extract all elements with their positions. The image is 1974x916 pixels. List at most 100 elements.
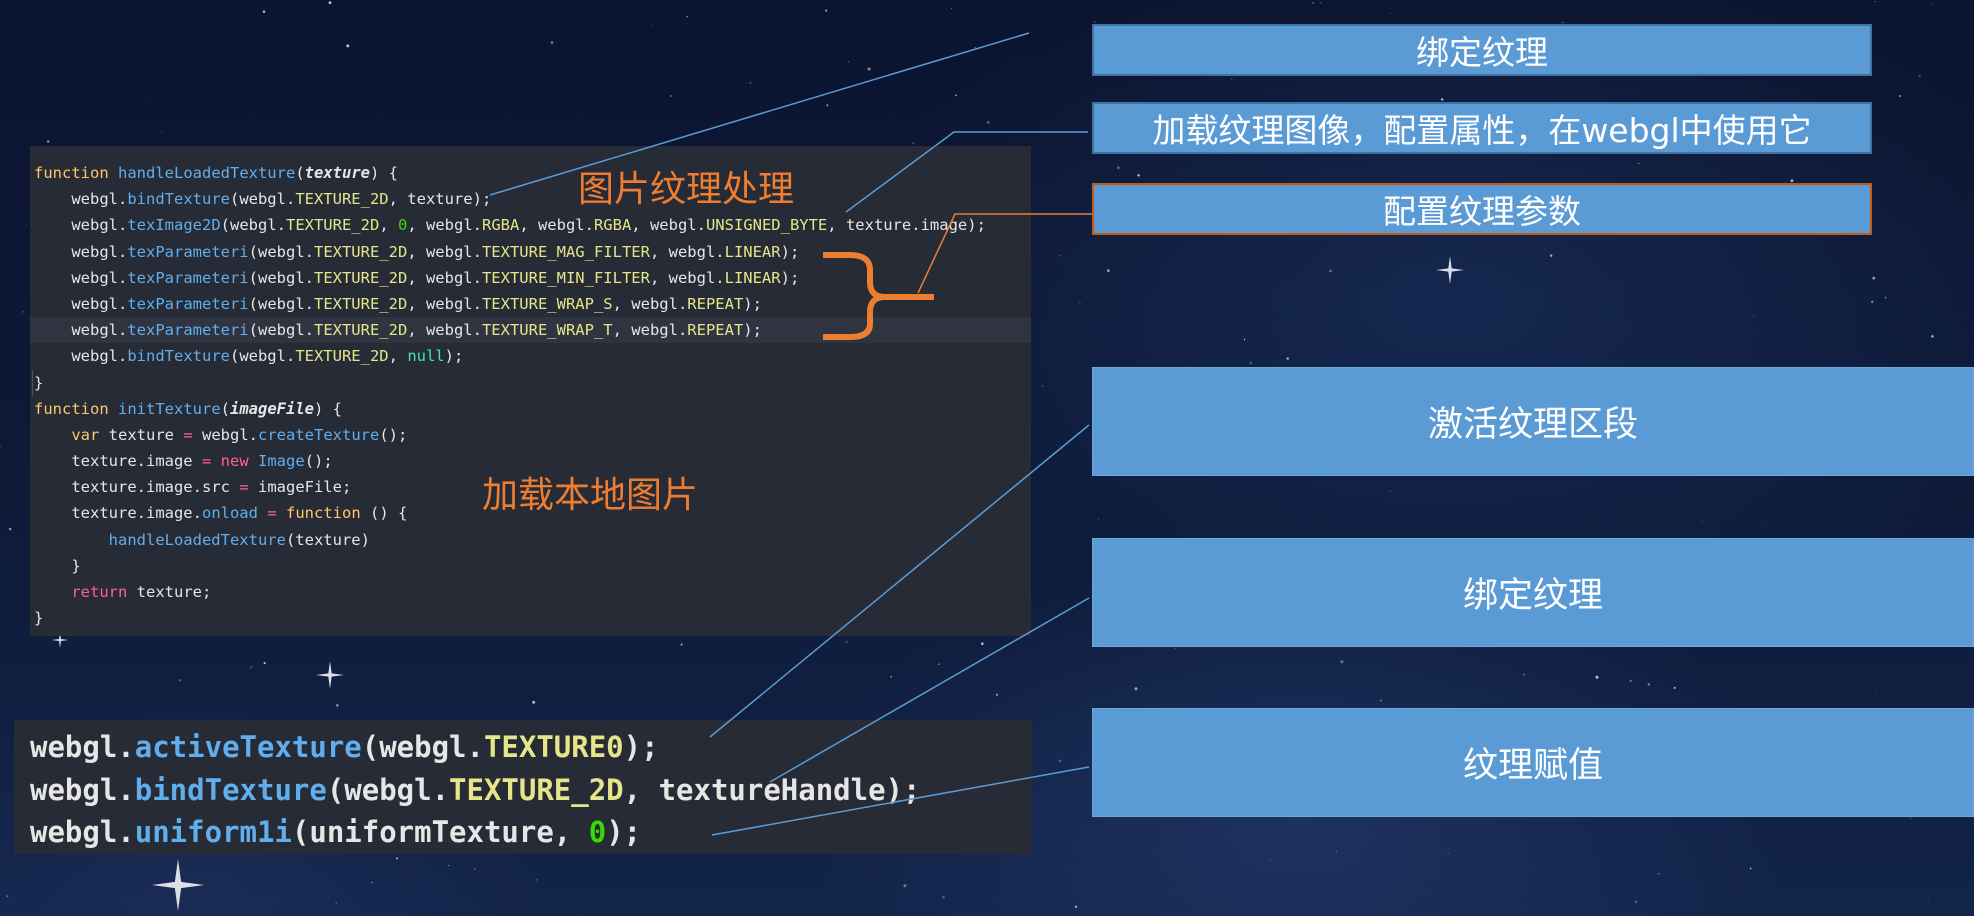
code-token: bindTexture <box>134 772 327 807</box>
code-line: } <box>30 369 1031 396</box>
star-dot <box>1918 74 1921 78</box>
code-token: (webgl. <box>220 216 286 235</box>
code-token: texture.image. <box>34 504 202 523</box>
code-line: return texture; <box>30 579 1031 605</box>
code-token: function <box>34 164 109 182</box>
star-dot <box>1390 12 1392 14</box>
code-line: function handleLoadedTexture(texture) { <box>30 160 1031 186</box>
star-dot <box>1595 675 1599 679</box>
star-dot <box>848 61 850 62</box>
star-dot <box>1764 520 1766 522</box>
code-token: onload <box>201 504 258 523</box>
code-token: webgl. <box>34 294 128 313</box>
code-token: ); <box>444 347 464 366</box>
star-dot <box>1910 817 1912 820</box>
code-token: webgl. <box>30 772 135 807</box>
code-token: REPEAT <box>687 294 744 313</box>
star-dot <box>1657 872 1660 875</box>
code-token: texParameteri <box>127 268 249 287</box>
code-token: ); <box>606 815 642 849</box>
star-dot <box>1340 660 1344 664</box>
star-dot <box>474 868 476 870</box>
star-dot <box>1898 95 1901 97</box>
star-dot <box>550 41 554 44</box>
star-dot <box>1884 296 1887 299</box>
code-token: texParameteri <box>127 321 249 340</box>
code-token: , webgl. <box>612 294 688 313</box>
code-token: handleLoadedTexture <box>108 530 286 549</box>
code-line: webgl.texImage2D(webgl.TEXTURE_2D, 0, we… <box>30 212 1031 238</box>
code-token: REPEAT <box>687 321 744 340</box>
code-token: (); <box>379 425 408 444</box>
star-dot <box>1174 647 1177 650</box>
star-dot <box>1312 1 1315 4</box>
star-dot <box>1249 361 1253 365</box>
code-token: webgl. <box>192 425 258 444</box>
code-token: webgl. <box>34 321 128 340</box>
slide: function handleLoadedTexture(texture) { … <box>0 0 1974 916</box>
code-token: (webgl. <box>248 321 314 340</box>
code-token: ( <box>220 399 230 418</box>
star-dot <box>1230 78 1233 80</box>
code-token: , texture.image); <box>827 216 986 235</box>
code-token: webgl. <box>34 190 128 209</box>
code-token: , webgl. <box>407 321 482 340</box>
code-token: imageFile <box>230 399 314 418</box>
code-token: LINEAR <box>724 242 781 261</box>
sparkle-star-icon <box>316 661 344 689</box>
code-token: (webgl. <box>229 347 296 366</box>
code-token: , textureHandle); <box>623 772 921 807</box>
code-token: 0 <box>397 216 408 235</box>
star-dot <box>263 662 266 665</box>
code-token: null <box>407 347 445 366</box>
star-dot <box>328 1 332 5</box>
code-token: ) { <box>369 164 398 182</box>
star-dot <box>867 67 871 71</box>
code-token: TEXTURE_2D <box>313 294 408 313</box>
star-dot <box>1638 162 1640 165</box>
star-dot <box>1058 759 1062 763</box>
star-dot <box>980 642 984 646</box>
star-dot <box>1097 519 1099 520</box>
code-token: ); <box>623 730 659 764</box>
code-line: var texture = webgl.createTexture(); <box>30 422 1031 448</box>
code-token: , webgl. <box>631 216 706 235</box>
code-line: } <box>30 553 1031 579</box>
code-token: texImage2D <box>127 216 221 235</box>
star-dot <box>1932 4 1934 6</box>
code-token: , webgl. <box>649 242 725 261</box>
code-token: webgl. <box>34 268 128 287</box>
star-dot <box>577 112 579 114</box>
code-token: uniform1i <box>134 815 292 849</box>
star-dot <box>1629 679 1632 682</box>
code-token: , <box>388 347 408 366</box>
code-token: = <box>183 425 193 444</box>
star-dot <box>1522 673 1526 676</box>
star-dot <box>1634 900 1638 904</box>
code-token: TEXTURE_WRAP_T <box>481 321 613 340</box>
star-dot <box>395 857 399 860</box>
code-line: webgl.texParameteri(webgl.TEXTURE_2D, we… <box>30 265 1031 291</box>
code-token: , <box>379 216 398 235</box>
code-line: webgl.bindTexture(webgl.TEXTURE_2D, text… <box>14 769 1032 812</box>
star-dot <box>749 81 752 84</box>
code-token: LINEAR <box>724 268 781 287</box>
code-token: var <box>71 425 100 444</box>
annotation-load-local-image: 加载本地图片 <box>482 475 699 516</box>
code-token: return <box>71 583 128 601</box>
code-token: webgl. <box>30 815 135 849</box>
code-line: webgl.uniform1i(uniformTexture, 0); <box>14 811 1032 854</box>
code-line: webgl.activeTexture(webgl.TEXTURE0); <box>14 726 1032 769</box>
star-dot <box>1379 699 1382 702</box>
star-dot <box>1079 302 1081 304</box>
code-token: = <box>201 452 212 471</box>
code-line: function initTexture(imageFile) { <box>30 396 1031 422</box>
code-token: texture.image.src <box>34 478 240 497</box>
star-dot <box>335 901 338 904</box>
code-token: (); <box>304 452 333 471</box>
